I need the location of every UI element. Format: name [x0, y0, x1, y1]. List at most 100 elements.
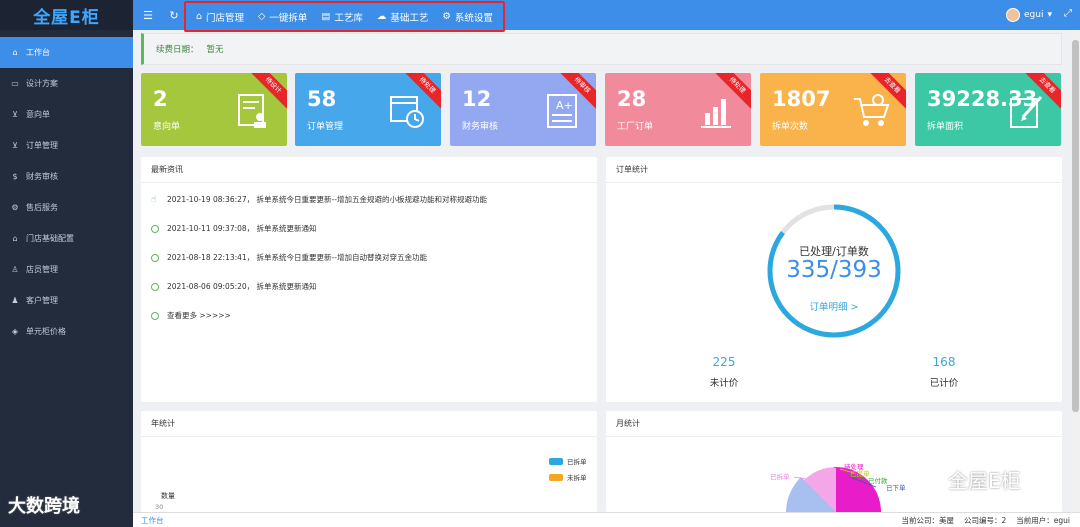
sidebar-item-customers[interactable]: ♟ 客户管理	[0, 285, 133, 316]
card-label: 财务审核	[462, 122, 499, 132]
gauge-value: 335/393	[786, 257, 882, 283]
circle-icon	[151, 253, 159, 262]
document-user-icon	[238, 94, 266, 128]
news-text: 2021-10-11 09:37:08， 拆单系统更新通知	[167, 224, 317, 233]
order-detail-link[interactable]: 订单明细 >	[606, 299, 1062, 313]
card-label: 工厂订单	[617, 122, 654, 132]
shield-icon: ◇	[258, 11, 266, 22]
dollar-icon: $	[12, 172, 18, 181]
unpriced-stat: 225 未计价	[684, 355, 764, 389]
news-text: 查看更多 >>>>>	[167, 311, 231, 320]
card-number: 1807	[772, 87, 831, 111]
cloud-icon: ☁	[376, 11, 387, 22]
circle-icon	[151, 282, 159, 291]
legend-label: 已拆单	[567, 458, 587, 466]
watermark-right: 全屋E柜	[948, 469, 1021, 493]
y-tick-label: 30	[155, 503, 164, 511]
user-icon: ♟	[11, 296, 19, 305]
news-item[interactable]: ☝ 2021-10-19 08:36:27， 拆单系统今日重要更新--增加五金规避…	[141, 185, 597, 214]
month-pie-chart: 待处理 已提单 已付款 已下单 已拆单	[770, 462, 906, 512]
top-nav: ⌂ 门店管理 ◇ 一键拆单 ▤ 工艺库 ☁ 基础工艺 ⚙ 系统设置	[184, 1, 505, 32]
app-logo[interactable]: 全屋E柜	[0, 0, 133, 30]
sidebar-item-label: 售后服务	[26, 203, 58, 212]
sidebar-item-finance[interactable]: $ 财务审核	[0, 161, 133, 192]
home-icon: ⌂	[196, 11, 203, 22]
hand-pointer-icon: ☝	[151, 194, 157, 205]
stat-card-intent[interactable]: 2 意向单 待设计	[141, 73, 287, 146]
month-stats-panel: 月统计 待处理 已提单 已付款 已下单 已拆单	[606, 411, 1062, 512]
renewal-label: 续费日期：	[156, 45, 199, 55]
nav-label: 门店管理	[206, 12, 245, 24]
footer-tab[interactable]: 工作台	[141, 515, 164, 526]
stat-card-split-count[interactable]: 1807 拆单次数 去查看	[760, 73, 906, 146]
cube-icon: ◈	[11, 327, 19, 336]
nav-system-settings[interactable]: ⚙ 系统设置	[442, 10, 493, 24]
user-name: egui	[1024, 10, 1044, 20]
news-list: ☝ 2021-10-19 08:36:27， 拆单系统今日重要更新--增加五金规避…	[141, 183, 597, 330]
fullscreen-icon[interactable]: ⤢	[1064, 8, 1072, 19]
user-menu[interactable]: egui ▾	[1006, 8, 1052, 22]
nav-label: 系统设置	[454, 12, 493, 24]
pie-label-ordered: 已下单	[886, 483, 906, 492]
news-item[interactable]: 2021-08-18 22:13:41， 拆单系统今日重要更新--增加自动替换对…	[141, 243, 597, 272]
news-text: 2021-08-06 09:05:20， 拆单系统更新通知	[167, 282, 317, 291]
cart-gear-icon	[854, 94, 890, 126]
legend-item[interactable]: 已拆单	[549, 456, 587, 466]
sidebar-item-staff[interactable]: ♙ 店员管理	[0, 254, 133, 285]
footer: 工作台 当前公司：美屋 公司编号：2 当前用户：egui	[133, 512, 1080, 527]
sidebar-item-label: 客户管理	[26, 296, 58, 305]
nav-craft-library[interactable]: ▤ 工艺库	[321, 10, 363, 24]
scrollbar-thumb[interactable]	[1072, 40, 1079, 412]
circle-icon	[151, 224, 159, 233]
y-axis-label: 数量	[161, 492, 175, 500]
sidebar-item-label: 店员管理	[26, 265, 58, 274]
nav-basic-craft[interactable]: ☁ 基础工艺	[377, 10, 429, 24]
orders-title: 订单统计	[606, 157, 1062, 183]
sidebar-item-design[interactable]: ▭ 设计方案	[0, 68, 133, 99]
sidebar-item-label: 设计方案	[26, 79, 58, 88]
pie-label-split: 已拆单	[770, 472, 790, 481]
renewal-date-bar: 续费日期： 暂无	[141, 33, 1062, 65]
sidebar-item-workbench[interactable]: ⌂ 工作台	[0, 37, 133, 68]
stat-card-split-area[interactable]: 39228.33 拆单面积 去查看	[915, 73, 1061, 146]
bar-chart-icon	[701, 99, 731, 128]
cart-icon: ⊻	[12, 141, 18, 150]
svg-text:A+: A+	[556, 99, 573, 112]
sidebar-item-cabinet-price[interactable]: ◈ 单元柜价格	[0, 316, 133, 347]
stat-card-factory-orders[interactable]: 28 工厂订单 待处理	[605, 73, 751, 146]
nav-one-click-split[interactable]: ◇ 一键拆单	[258, 10, 307, 24]
nav-label: 一键拆单	[269, 12, 308, 24]
sidebar-item-orders[interactable]: ⊻ 订单管理	[0, 130, 133, 161]
news-more-link[interactable]: 查看更多 >>>>>	[141, 301, 597, 330]
sidebar-item-store-config[interactable]: ⌂ 门店基础配置	[0, 223, 133, 254]
card-number: 12	[462, 87, 492, 111]
sidebar-item-label: 订单管理	[26, 141, 58, 150]
year-title: 年统计	[141, 411, 597, 437]
sidebar-item-intent[interactable]: ⊻ 意向单	[0, 99, 133, 130]
sidebar-item-label: 单元柜价格	[26, 327, 66, 336]
sidebar-menu: ⌂ 工作台 ▭ 设计方案 ⊻ 意向单 ⊻ 订单管理 $ 财务审核 ⚙ 售后服务 ⌂ 门店基础配…	[0, 37, 133, 347]
news-text: 2021-10-19 08:36:27， 拆单系统今日重要更新--增加五金规避的…	[167, 195, 487, 204]
legend-swatch	[549, 457, 563, 465]
users-icon: ♙	[11, 265, 19, 274]
news-item[interactable]: 2021-10-11 09:37:08， 拆单系统更新通知	[141, 214, 597, 243]
nav-label: 工艺库	[334, 12, 363, 24]
news-item[interactable]: 2021-08-06 09:05:20， 拆单系统更新通知	[141, 272, 597, 301]
card-label: 拆单次数	[772, 122, 809, 132]
stat-card-orders[interactable]: 58 订单管理 待处理	[295, 73, 441, 146]
card-label: 拆单面积	[927, 122, 964, 132]
pie-label-submitted: 已提单	[850, 469, 870, 478]
legend-item[interactable]: 未拆单	[549, 472, 587, 482]
footer-user: 当前用户：egui	[1016, 515, 1070, 525]
page-scrollbar[interactable]	[1071, 30, 1080, 512]
sidebar-item-label: 工作台	[26, 48, 50, 57]
stat-card-finance[interactable]: 12 财务审核 待审核 A+	[450, 73, 596, 146]
sidebar-item-aftersales[interactable]: ⚙ 售后服务	[0, 192, 133, 223]
cart-icon: ⊻	[12, 110, 18, 119]
nav-store-management[interactable]: ⌂ 门店管理	[196, 10, 244, 24]
priced-stat: 168 已计价	[904, 355, 984, 389]
card-number: 2	[153, 87, 168, 111]
renewal-value: 暂无	[206, 45, 224, 55]
card-number: 28	[617, 87, 647, 111]
menu-toggle-icon[interactable]: ☰	[135, 9, 161, 22]
